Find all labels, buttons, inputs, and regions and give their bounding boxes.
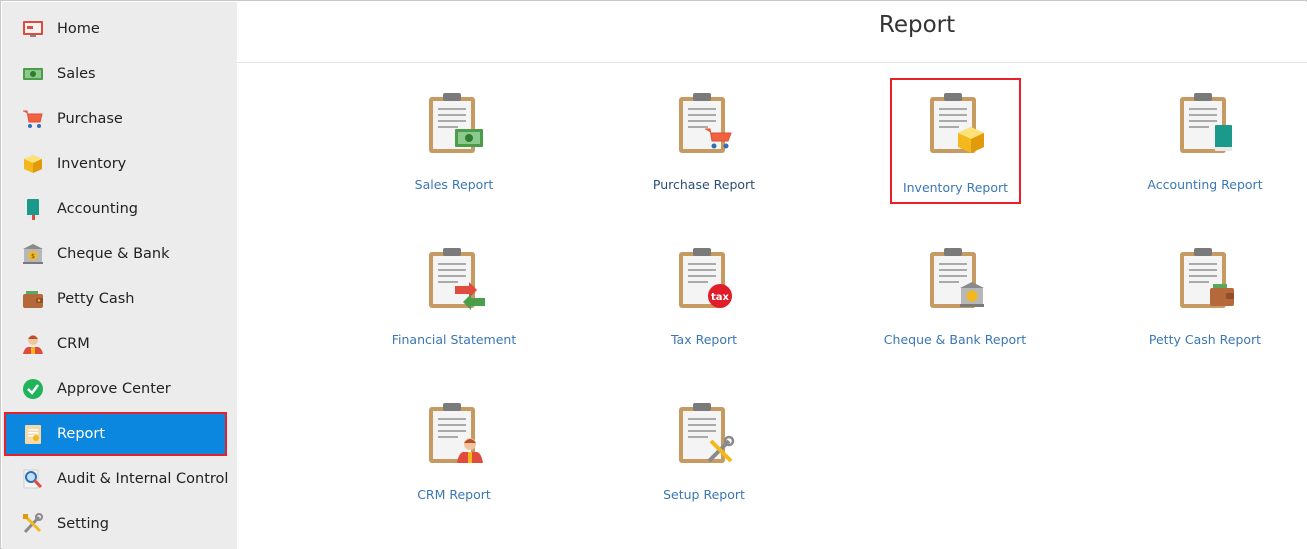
clipboard-box-icon: [930, 93, 984, 153]
sidebar-item-setting[interactable]: Setting: [6, 504, 225, 544]
sidebar-item-report[interactable]: Report: [4, 412, 227, 456]
sidebar-item-label: Setting: [57, 516, 109, 532]
sidebar-item-petty-cash[interactable]: Petty Cash: [6, 279, 225, 319]
clipboard-people-icon: [429, 403, 483, 463]
app-window: Home Sales Purchase Inventory Accounting…: [0, 0, 1307, 549]
cash-icon: [23, 68, 43, 80]
book-icon: [27, 199, 39, 220]
report-icon: [25, 425, 41, 444]
report-tile-label: Sales Report: [414, 177, 494, 192]
clipboard-exchange-icon: [429, 248, 485, 310]
sidebar-item-label: CRM: [57, 336, 90, 352]
report-tile-label: Financial Statement: [391, 332, 517, 347]
sidebar-item-approve-center[interactable]: Approve Center: [6, 369, 225, 409]
sidebar-item-label: Approve Center: [57, 381, 171, 397]
report-tile-label: CRM Report: [417, 487, 491, 502]
report-tile-petty-cash[interactable]: Petty Cash Report: [1115, 234, 1295, 354]
tax-badge-text: tax: [711, 292, 730, 303]
report-tile-label: Petty Cash Report: [1148, 332, 1262, 347]
cart-icon: [23, 110, 43, 128]
sidebar-item-label: Purchase: [57, 111, 123, 127]
clipboard-bank-icon: [930, 248, 984, 308]
report-tile-label: Tax Report: [670, 332, 738, 347]
sidebar-item-home[interactable]: Home: [6, 9, 225, 49]
box-icon: [24, 155, 42, 173]
sidebar-item-label: Home: [57, 21, 100, 37]
report-tile-cheque-bank[interactable]: Cheque & Bank Report: [865, 234, 1045, 354]
report-tile-label: Setup Report: [663, 487, 745, 502]
sidebar-item-label: Petty Cash: [57, 291, 135, 307]
wallet-icon: [23, 291, 43, 308]
clipboard-cart-icon: [679, 93, 732, 153]
check-circle-icon: [23, 379, 43, 399]
clipboard-tax-icon: tax: [679, 248, 732, 308]
sidebar-item-audit[interactable]: Audit & Internal Control: [6, 459, 229, 499]
home-monitor-icon: [23, 21, 43, 37]
report-tile-label: Accounting Report: [1147, 177, 1263, 192]
sidebar-item-inventory[interactable]: Inventory: [6, 144, 225, 184]
sidebar: Home Sales Purchase Inventory Accounting…: [2, 2, 237, 549]
people-icon: [23, 335, 43, 354]
sidebar-item-label: Inventory: [57, 156, 127, 172]
report-tile-label: Purchase Report: [652, 177, 756, 192]
report-tile-label: Cheque & Bank Report: [883, 332, 1027, 347]
svg-text:$: $: [31, 253, 35, 260]
bank-icon: $: [23, 244, 43, 264]
report-tile-inventory[interactable]: Inventory Report: [890, 78, 1021, 204]
report-tile-purchase[interactable]: Purchase Report: [614, 79, 794, 199]
sidebar-item-label: Report: [57, 426, 106, 442]
title-bar: Report: [237, 2, 1307, 63]
sidebar-item-sales[interactable]: Sales: [6, 54, 225, 94]
report-tile-setup[interactable]: Setup Report: [614, 389, 794, 509]
main-content: Report Sales Report Purchase Report Inve…: [237, 2, 1307, 549]
report-tile-crm[interactable]: CRM Report: [364, 389, 544, 509]
magnifier-icon: [23, 469, 43, 489]
sidebar-item-label: Cheque & Bank: [57, 246, 170, 262]
report-tile-financial-statement[interactable]: Financial Statement: [364, 234, 544, 354]
clipboard-wallet-icon: [1180, 248, 1234, 308]
report-tile-sales[interactable]: Sales Report: [364, 79, 544, 199]
tools-icon: [23, 513, 43, 534]
sidebar-item-crm[interactable]: CRM: [6, 324, 225, 364]
sidebar-item-purchase[interactable]: Purchase: [6, 99, 225, 139]
report-tile-label: Inventory Report: [902, 180, 1009, 195]
sidebar-item-accounting[interactable]: Accounting: [6, 189, 225, 229]
sidebar-item-label: Audit & Internal Control: [57, 471, 229, 487]
page-title: Report: [878, 12, 956, 38]
report-tile-accounting[interactable]: Accounting Report: [1115, 79, 1295, 199]
clipboard-book-icon: [1180, 93, 1232, 153]
clipboard-cash-icon: [429, 93, 483, 153]
sidebar-item-cheque-bank[interactable]: $ Cheque & Bank: [6, 234, 225, 274]
report-tile-tax[interactable]: tax Tax Report: [614, 234, 794, 354]
sidebar-item-label: Sales: [57, 66, 96, 82]
clipboard-tools-icon: [679, 403, 735, 463]
sidebar-item-label: Accounting: [57, 201, 138, 217]
